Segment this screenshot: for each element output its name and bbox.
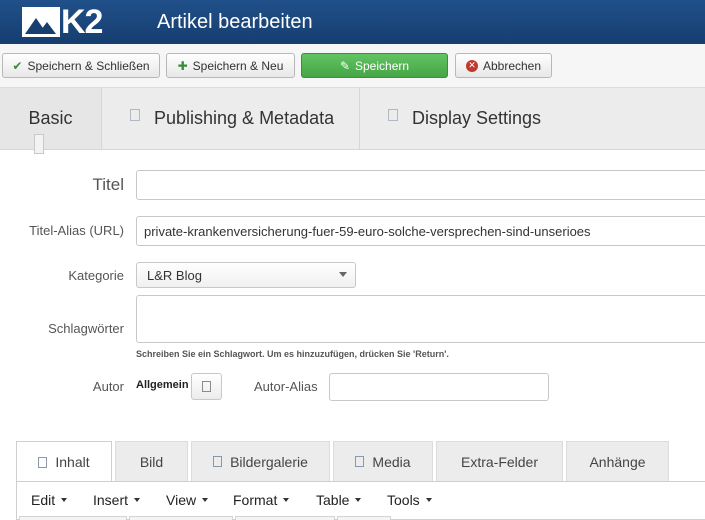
- editor-menubar: Edit Insert View Format Table Tools: [16, 481, 705, 520]
- editor-toolbar-group[interactable]: [337, 516, 391, 520]
- menu-table[interactable]: Table: [316, 492, 362, 508]
- editor-toolbar-strip: [17, 516, 705, 520]
- cancel-button[interactable]: ✕ Abbrechen: [455, 53, 552, 78]
- tags-help-text: Schreiben Sie ein Schlagwort. Um es hinz…: [136, 349, 449, 359]
- media-icon: [355, 456, 365, 467]
- publishing-icon: [130, 108, 140, 121]
- tab-bild[interactable]: Bild: [115, 441, 188, 481]
- menu-edit-label: Edit: [31, 492, 56, 508]
- tab-display-label: Display Settings: [412, 108, 542, 128]
- author-alias-label: Autor-Alias: [254, 379, 318, 394]
- tags-label: Schlagwörter: [48, 321, 124, 336]
- page-title: Artikel bearbeiten: [157, 11, 313, 33]
- alias-label: Titel-Alias (URL): [29, 223, 124, 238]
- tags-input[interactable]: [136, 295, 705, 343]
- tab-media[interactable]: Media: [333, 441, 433, 481]
- caret-down-icon: [355, 498, 362, 502]
- tab-extra-felder-label: Extra-Felder: [460, 453, 539, 470]
- tab-publishing-label: Publishing & Metadata: [154, 108, 335, 128]
- tab-inhalt[interactable]: Inhalt: [16, 441, 112, 482]
- k2-logo[interactable]: K2: [22, 3, 103, 41]
- plus-icon: ✚: [177, 58, 188, 73]
- title-label: Titel: [92, 175, 125, 194]
- cancel-circle-icon: ✕: [465, 59, 478, 72]
- author-label: Autor: [92, 379, 124, 394]
- main-tab-bar: Basic Publishing & Metadata Display Sett…: [0, 88, 705, 150]
- tab-extra-felder[interactable]: Extra-Felder: [436, 441, 563, 481]
- gallery-icon: [213, 456, 223, 467]
- caret-down-icon: [134, 498, 141, 502]
- content-tab-bar: Inhalt Bild Bildergalerie Media Extra-Fe…: [0, 441, 705, 482]
- menu-view[interactable]: View: [166, 492, 209, 508]
- tab-display-settings[interactable]: Display Settings: [360, 88, 705, 149]
- save-button[interactable]: ✎ Speichern: [301, 53, 448, 78]
- tab-bildergalerie-label: Bildergalerie: [230, 453, 308, 470]
- menu-view-label: View: [166, 492, 197, 508]
- user-select-icon: [202, 381, 211, 392]
- editor-toolbar-group[interactable]: [129, 516, 233, 520]
- editor-toolbar-group[interactable]: [235, 516, 335, 520]
- tab-media-label: Media: [372, 453, 411, 470]
- author-value: Allgemein: [136, 379, 189, 391]
- caret-down-icon: [283, 498, 290, 502]
- display-settings-icon: [388, 108, 398, 121]
- edit-icon: ✎: [339, 58, 350, 73]
- category-select[interactable]: L&R Blog: [136, 262, 356, 288]
- chevron-down-icon: [339, 272, 347, 277]
- author-alias-input[interactable]: [329, 373, 549, 401]
- category-value: L&R Blog: [147, 268, 202, 283]
- tab-bild-label: Bild: [139, 453, 164, 470]
- title-input[interactable]: [136, 170, 705, 200]
- menu-tools-label: Tools: [387, 492, 420, 508]
- tab-publishing-metadata[interactable]: Publishing & Metadata: [102, 88, 360, 149]
- save-close-label: Speichern & Schließen: [27, 58, 150, 73]
- editor-toolbar-group[interactable]: [19, 516, 127, 520]
- menu-format[interactable]: Format: [233, 492, 290, 508]
- menu-tools[interactable]: Tools: [387, 492, 432, 508]
- cancel-label: Abbrechen: [482, 58, 542, 73]
- category-label: Kategorie: [68, 268, 124, 283]
- caret-down-icon: [61, 498, 68, 502]
- logo-text: K2: [61, 3, 103, 41]
- save-new-label: Speichern & Neu: [192, 58, 284, 73]
- menu-insert[interactable]: Insert: [93, 492, 141, 508]
- menu-table-label: Table: [316, 492, 350, 508]
- action-toolbar: ✔ Speichern & Schließen ✚ Speichern & Ne…: [0, 44, 705, 88]
- check-icon: ✔: [12, 58, 23, 73]
- tab-basic[interactable]: Basic: [0, 88, 102, 149]
- caret-down-icon: [202, 498, 209, 502]
- save-label: Speichern: [355, 58, 410, 73]
- tab-bildergalerie[interactable]: Bildergalerie: [191, 441, 330, 481]
- tab-inhalt-label: Inhalt: [55, 454, 90, 470]
- save-new-button[interactable]: ✚ Speichern & Neu: [166, 53, 295, 78]
- menu-insert-label: Insert: [93, 492, 129, 508]
- content-icon: [38, 456, 48, 468]
- mountain-logo-icon: [22, 7, 60, 37]
- app-header: K2 Artikel bearbeiten: [0, 0, 705, 44]
- tab-anhaenge[interactable]: Anhänge: [566, 441, 669, 481]
- save-close-button[interactable]: ✔ Speichern & Schließen: [2, 53, 160, 78]
- caret-down-icon: [425, 498, 432, 502]
- select-author-button[interactable]: [191, 373, 222, 400]
- menu-format-label: Format: [233, 492, 278, 508]
- basic-tab-icon: [34, 134, 44, 154]
- tab-anhaenge-label: Anhänge: [589, 453, 646, 470]
- menu-edit[interactable]: Edit: [31, 492, 68, 508]
- alias-input[interactable]: private-krankenversicherung-fuer-59-euro…: [136, 216, 705, 246]
- tab-basic-label: Basic: [28, 108, 73, 128]
